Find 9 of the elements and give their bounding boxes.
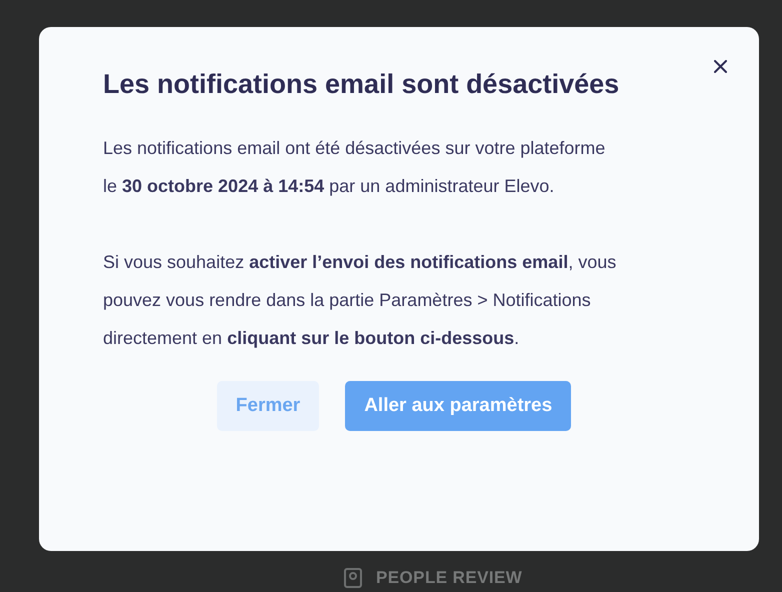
close-icon [714, 60, 726, 72]
close-dialog-button[interactable]: Fermer [216, 381, 320, 431]
close-button[interactable] [711, 57, 729, 75]
person-card-icon [344, 568, 362, 588]
dialog-title: Les notifications email sont désactivées [103, 68, 620, 101]
settings-button[interactable]: Aller aux paramètres [345, 381, 572, 431]
menu-item-label: PEOPLE REVIEW [376, 568, 522, 588]
dialog-paragraph: Si vous souhaitez activer l’envoi des notifications email, vous pouvez vous rendre dans la partie Paramètres > Notifications directement en cliquant sur le bouton ci-dessous. [103, 251, 618, 350]
dialog-paragraph: Les notifications email ont été désactivées sur votre plateforme le 30 octobre 2024 à 14:54 par un administrateur Elevo. [103, 137, 606, 198]
